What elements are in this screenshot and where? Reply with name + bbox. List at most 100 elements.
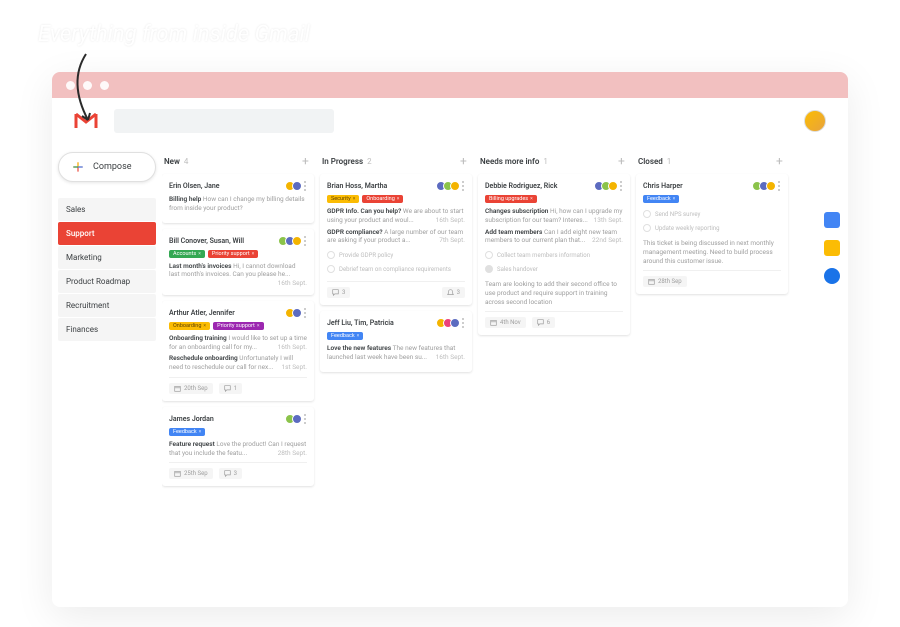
comments-chip[interactable]: 1 [219, 383, 242, 394]
column-title: In Progress [322, 157, 363, 166]
nav-group: SalesSupportMarketingProduct RoadmapRecr… [58, 198, 156, 341]
comment-icon [537, 319, 544, 326]
tag[interactable]: Feedback × [169, 428, 205, 436]
more-icon[interactable] [462, 318, 465, 328]
tag-remove-icon[interactable]: × [199, 429, 202, 435]
tag[interactable]: Accounts × [169, 250, 205, 258]
card[interactable]: Jeff Liu, Tim, PatriciaFeedback ×Love th… [320, 311, 472, 372]
avatar [450, 318, 460, 328]
avatar [292, 236, 302, 246]
tag-remove-icon[interactable]: × [203, 323, 206, 329]
checklist-label: Send NPS survey [655, 211, 700, 218]
comments-chip[interactable]: 3 [219, 468, 242, 479]
checklist-label: Collect team members information [497, 252, 590, 259]
tag[interactable]: Feedback × [643, 195, 679, 203]
column-add-button[interactable]: + [302, 156, 312, 166]
more-icon[interactable] [778, 181, 781, 191]
card-note: This ticket is being discussed in next m… [643, 239, 781, 265]
card-footer: 20th Sep1 [169, 377, 307, 394]
more-icon[interactable] [304, 308, 307, 318]
tag[interactable]: Onboarding × [362, 195, 403, 203]
checklist-item[interactable]: Provide GDPR policy [327, 248, 465, 262]
check-circle-icon[interactable] [327, 251, 335, 259]
column-add-button[interactable]: + [776, 156, 786, 166]
compose-button[interactable]: Compose [58, 152, 156, 182]
tag[interactable]: Onboarding × [169, 322, 210, 330]
calendar-icon [174, 470, 181, 477]
tag-remove-icon[interactable]: × [673, 196, 676, 202]
checklist-item[interactable]: Send NPS survey [643, 207, 781, 221]
check-circle-icon[interactable] [485, 251, 493, 259]
comment-icon [224, 385, 231, 392]
card-title: Brian Hoss, Martha [327, 182, 387, 190]
column-add-button[interactable]: + [460, 156, 470, 166]
tag-remove-icon[interactable]: × [252, 251, 255, 257]
nav-item-product-roadmap[interactable]: Product Roadmap [58, 270, 156, 293]
avatars [285, 414, 302, 424]
kanban-board: New 4 + Erin Olsen, JaneBilling help How ca… [162, 144, 848, 607]
more-icon[interactable] [620, 181, 623, 191]
date-chip: 28th Sep [643, 276, 687, 287]
comments-chip[interactable]: 6 [532, 317, 555, 328]
calendar-icon[interactable] [824, 212, 840, 228]
nav-item-marketing[interactable]: Marketing [58, 246, 156, 269]
tag-remove-icon[interactable]: × [397, 196, 400, 202]
nav-item-finances[interactable]: Finances [58, 318, 156, 341]
browser-window: Compose SalesSupportMarketingProduct Roa… [52, 72, 848, 607]
checklist-item[interactable]: Collect team members information [485, 248, 623, 262]
more-icon[interactable] [304, 181, 307, 191]
more-icon[interactable] [304, 414, 307, 424]
check-circle-icon[interactable] [327, 265, 335, 273]
check-circle-icon[interactable] [643, 210, 651, 218]
date-chip: 4th Nov [485, 317, 526, 328]
tag[interactable]: Feedback × [327, 332, 363, 340]
avatars [436, 318, 460, 328]
column-count: 1 [667, 157, 672, 166]
card-message: Add team members Can I add eight new tea… [485, 228, 623, 246]
user-avatar[interactable] [804, 110, 826, 132]
tag[interactable]: Priority support × [208, 250, 258, 258]
tag-remove-icon[interactable]: × [357, 333, 360, 339]
tag[interactable]: Security × [327, 195, 359, 203]
checklist-item[interactable]: Update weekly reporting [643, 221, 781, 235]
nav-item-recruitment[interactable]: Recruitment [58, 294, 156, 317]
tag-remove-icon[interactable]: × [353, 196, 356, 202]
tag-remove-icon[interactable]: × [198, 251, 201, 257]
card[interactable]: Chris HarperFeedback ×Send NPS surveyUpd… [636, 174, 788, 294]
check-circle-icon[interactable] [485, 265, 493, 273]
card-message: Onboarding training I would like to set … [169, 334, 307, 352]
avatar [766, 181, 776, 191]
column-add-button[interactable]: + [618, 156, 628, 166]
bell-chip[interactable]: 3 [442, 287, 465, 298]
card[interactable]: Erin Olsen, JaneBilling help How can I c… [162, 174, 314, 223]
tasks-icon[interactable] [824, 268, 840, 284]
tag[interactable]: Billing upgrades × [485, 195, 537, 203]
card-title: Jeff Liu, Tim, Patricia [327, 319, 394, 327]
tag-remove-icon[interactable]: × [257, 323, 260, 329]
keep-icon[interactable] [824, 240, 840, 256]
card-note: Team are looking to add their second off… [485, 280, 623, 306]
card[interactable]: Bill Conover, Susan, WillAccounts ×Prior… [162, 229, 314, 295]
more-icon[interactable] [462, 181, 465, 191]
nav-item-sales[interactable]: Sales [58, 198, 156, 221]
column-closed: Closed1+Chris HarperFeedback ×Send NPS s… [636, 152, 788, 599]
card-message: Reschedule onboarding Unfortunately I wi… [169, 354, 307, 372]
tag-remove-icon[interactable]: × [530, 196, 533, 202]
search-input[interactable] [114, 109, 334, 133]
card-title: Arthur Atler, Jennifer [169, 309, 235, 317]
check-circle-icon[interactable] [643, 224, 651, 232]
checklist-item[interactable]: Debrief team on compliance requirements [327, 262, 465, 276]
card[interactable]: James JordanFeedback ×Feature request Lo… [162, 407, 314, 487]
column-count: 4 [184, 157, 189, 166]
comments-chip[interactable]: 3 [327, 287, 350, 298]
checklist-item[interactable]: Sales handover [485, 262, 623, 276]
date-chip: 25th Sep [169, 468, 213, 479]
avatars [278, 236, 302, 246]
column-title: New [164, 157, 180, 166]
tag[interactable]: Priority support × [213, 322, 263, 330]
card[interactable]: Brian Hoss, Martha Security ×Onboarding ×… [320, 174, 472, 305]
card[interactable]: Debbie Rodriguez, RickBilling upgrades ×… [478, 174, 630, 335]
nav-item-support[interactable]: Support [58, 222, 156, 245]
more-icon[interactable] [304, 236, 307, 246]
card[interactable]: Arthur Atler, Jennifer Onboarding ×Priori… [162, 301, 314, 401]
